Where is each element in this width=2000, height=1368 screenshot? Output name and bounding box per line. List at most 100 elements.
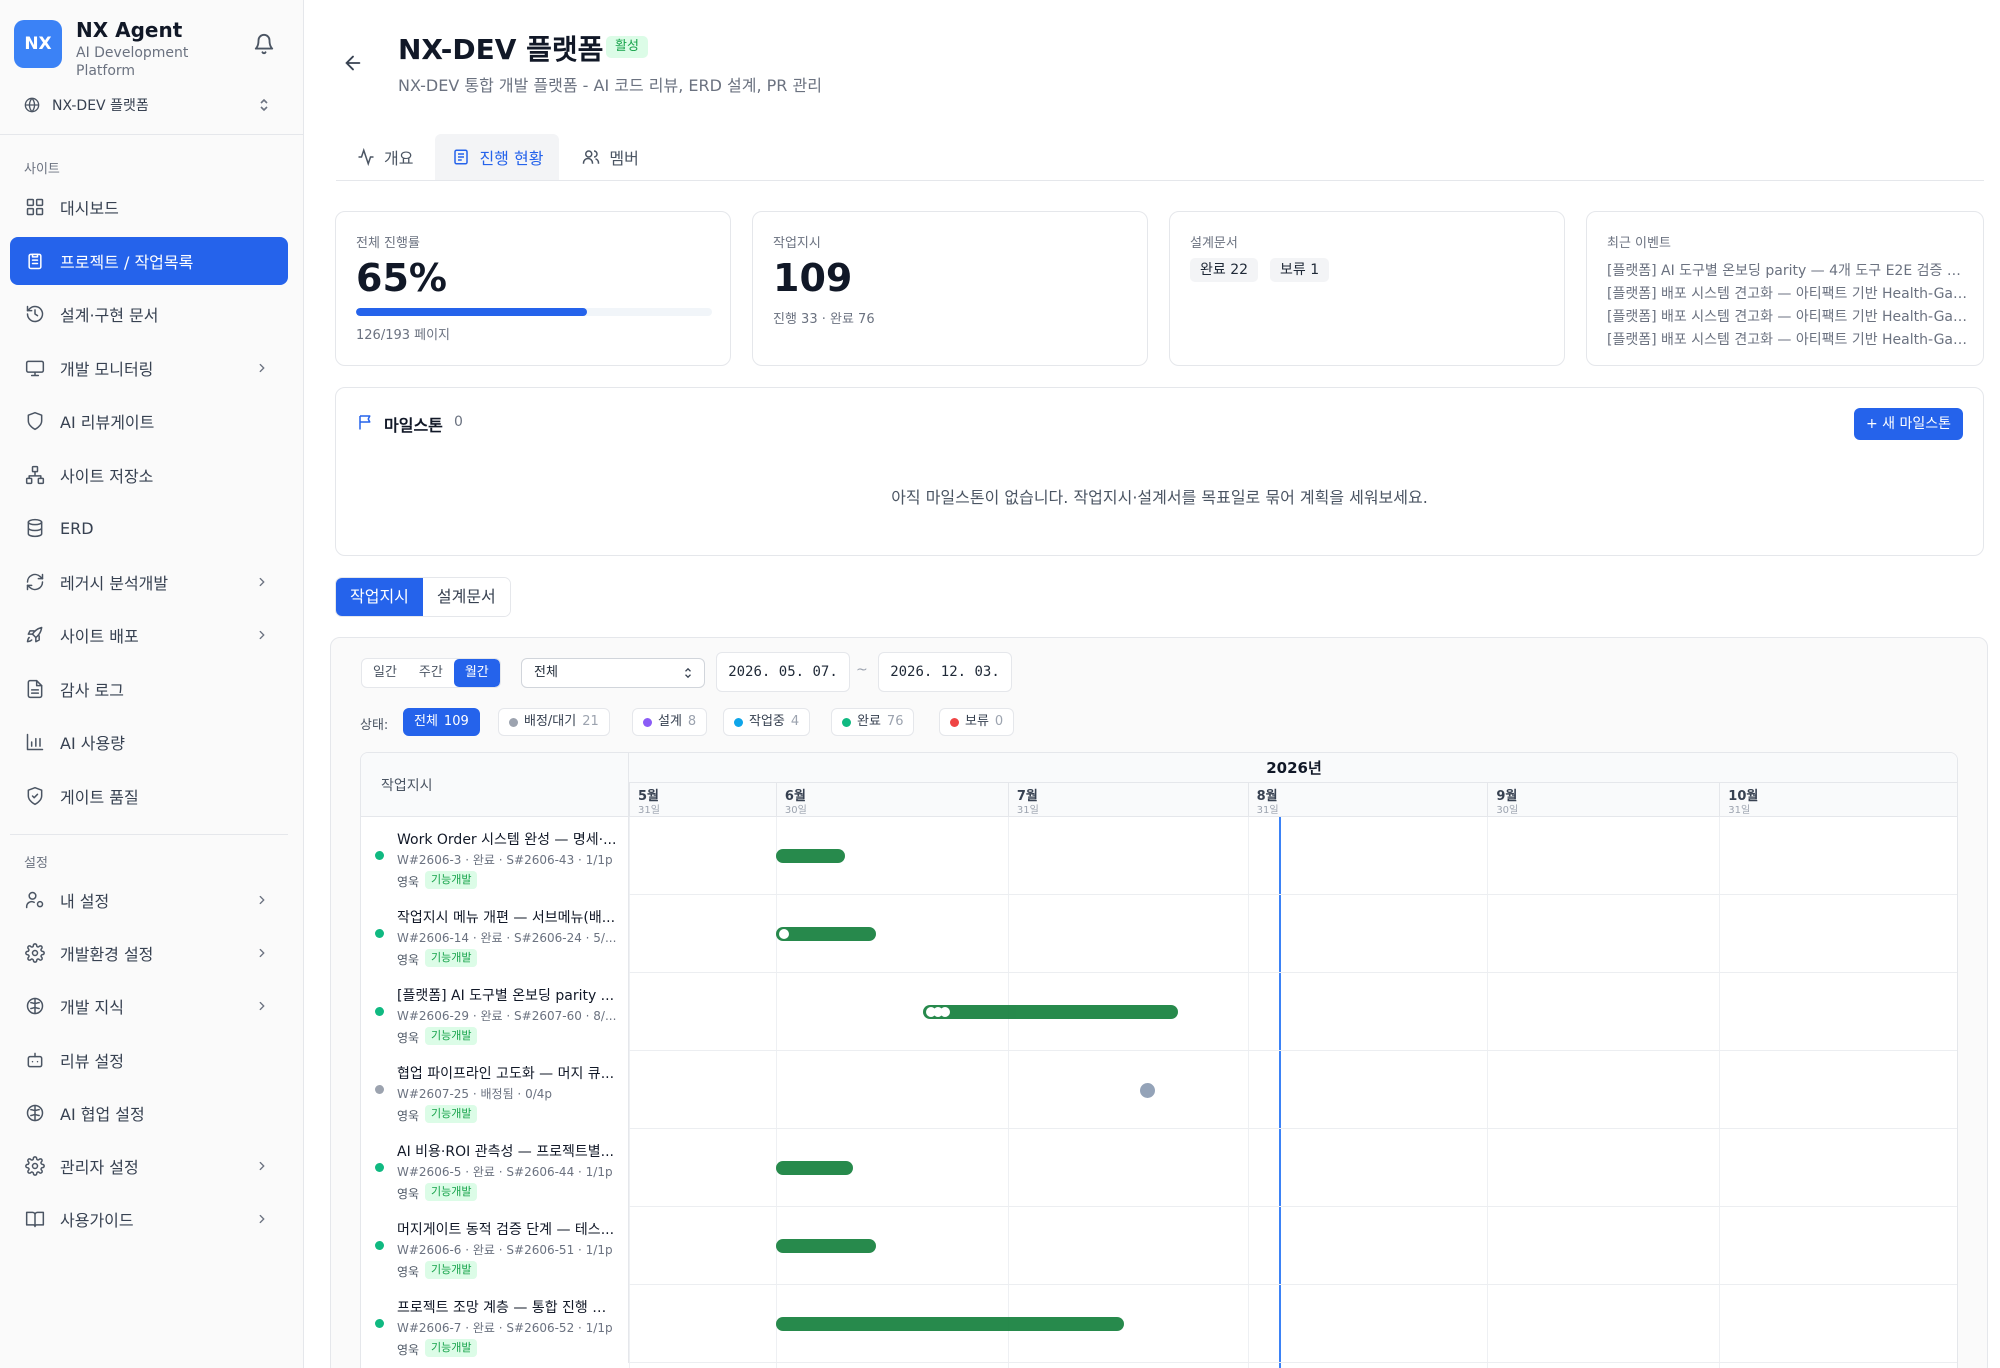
- bar-chart-icon: [24, 731, 46, 753]
- status-dot: [375, 1163, 384, 1172]
- sidebar-item-brain[interactable]: AI 협업 설정: [10, 1089, 288, 1137]
- sidebar-item-brain[interactable]: 개발 지식: [10, 982, 288, 1030]
- sidebar-item-label: 리뷰 설정: [60, 1051, 124, 1071]
- view-mode-toggle: 일간 주간 월간: [361, 658, 501, 688]
- work-order-title[interactable]: 협업 파이프라인 고도화 — 머지 큐...: [397, 1063, 617, 1083]
- status-dot: [509, 717, 518, 727]
- event-item[interactable]: [플랫폼] 배포 시스템 견고화 — 아티팩트 기반 Health-Gat...: [1607, 283, 1967, 303]
- gantt-bar[interactable]: [922, 1005, 1178, 1019]
- sidebar-item-user-gear[interactable]: 내 설정: [10, 876, 288, 924]
- sidebar-item-label: AI 협업 설정: [60, 1104, 145, 1124]
- gantt-month: 9월 30일: [1487, 783, 1719, 817]
- gantt-month-days: 31일: [638, 805, 660, 816]
- gantt-row[interactable]: [플랫폼] AI 도구별 온보딩 parity ... W#2606-29 · 완…: [361, 973, 1957, 1051]
- sidebar-item-gear[interactable]: 개발환경 설정: [10, 929, 288, 977]
- event-item[interactable]: [플랫폼] 배포 시스템 견고화 — 아티팩트 기반 Health-Gat...: [1607, 306, 1967, 326]
- rocket-icon: [24, 624, 46, 646]
- gantt-row[interactable]: 프로젝트 조망 계층 — 통합 진행 대... W#2606-7 · 완료 · S…: [361, 1285, 1957, 1363]
- gantt-left-header: 작업지시: [361, 753, 629, 817]
- tab-overview-label: 개요: [384, 149, 414, 168]
- gantt-point[interactable]: [1140, 1083, 1156, 1098]
- new-milestone-button[interactable]: + 새 마일스톤: [1853, 408, 1963, 440]
- sidebar-item-refresh[interactable]: 레거시 분석개발: [10, 558, 288, 606]
- gantt-bar[interactable]: [775, 927, 877, 941]
- view-weekly-button[interactable]: 주간: [408, 659, 454, 687]
- chevron-right-icon: [252, 890, 272, 910]
- gantt-row-info[interactable]: 협업 파이프라인 고도화 — 머지 큐... W#2607-25 · 배정됨 · …: [361, 1051, 629, 1129]
- view-daily-button[interactable]: 일간: [362, 659, 408, 687]
- sidebar-item-rocket[interactable]: 사이트 배포: [10, 611, 288, 659]
- sidebar-item-shield[interactable]: AI 리뷰게이트: [10, 397, 288, 445]
- work-order-title[interactable]: 작업지시 메뉴 개편 — 서브메뉴(배...: [397, 907, 617, 927]
- work-order-meta: W#2606-3 · 완료 · S#2606-43 · 1/1p: [397, 853, 613, 867]
- gantt-bar[interactable]: [775, 1239, 877, 1253]
- work-order-title[interactable]: [플랫폼] AI 도구별 온보딩 parity ...: [397, 985, 617, 1005]
- work-order-tag: 기능개발: [425, 1261, 478, 1279]
- brand-logo[interactable]: NX: [14, 20, 62, 68]
- back-arrow-icon[interactable]: [338, 48, 368, 78]
- clipboard-icon: [24, 250, 46, 272]
- sidebar-item-bar-chart[interactable]: AI 사용량: [10, 718, 288, 766]
- status-chip-count: 109: [443, 714, 469, 729]
- gantt-row[interactable]: 작업지시 메뉴 개편 — 서브메뉴(배... W#2606-14 · 완료 · S…: [361, 895, 1957, 973]
- work-order-title[interactable]: Work Order 시스템 완성 — 명세·...: [397, 829, 617, 849]
- section-label-site: 사이트: [24, 162, 60, 177]
- book-icon: [24, 1208, 46, 1230]
- status-dot: [375, 1319, 384, 1328]
- tab-design-docs[interactable]: 설계문서: [422, 578, 510, 616]
- status-chip[interactable]: 보류 0: [939, 708, 1015, 736]
- sidebar-item-monitor[interactable]: 개발 모니터링: [10, 344, 288, 392]
- gantt-row[interactable]: 협업 파이프라인 고도화 — 머지 큐... W#2607-25 · 배정됨 · …: [361, 1051, 1957, 1129]
- sidebar-item-label: 설계·구현 문서: [60, 306, 159, 325]
- sidebar-item-repo[interactable]: 사이트 저장소: [10, 451, 288, 499]
- event-item[interactable]: [플랫폼] 배포 시스템 견고화 — 아티팩트 기반 Health-Gat...: [1607, 329, 1967, 349]
- gantt-row-info[interactable]: 작업지시 메뉴 개편 — 서브메뉴(배... W#2606-14 · 완료 · S…: [361, 895, 629, 973]
- gantt-bar[interactable]: [775, 1317, 1124, 1331]
- work-order-meta: W#2606-7 · 완료 · S#2606-52 · 1/1p: [397, 1321, 613, 1335]
- work-order-title[interactable]: AI 비용·ROI 관측성 — 프로젝트별...: [397, 1141, 617, 1161]
- sidebar-item-dashboard[interactable]: 대시보드: [10, 183, 288, 231]
- gantt-row-info[interactable]: [플랫폼] AI 도구별 온보딩 parity ... W#2606-29 · 완…: [361, 973, 629, 1051]
- gantt-row-info[interactable]: 머지게이트 동적 검증 단계 — 테스... W#2606-6 · 완료 · S#…: [361, 1207, 629, 1285]
- gantt-bar[interactable]: [775, 1161, 854, 1175]
- status-chip[interactable]: 완료 76: [831, 708, 915, 736]
- gantt-row-info[interactable]: Work Order 시스템 완성 — 명세·... W#2606-3 · 완료 …: [361, 817, 629, 895]
- gantt-row[interactable]: Work Order 시스템 완성 — 명세·... W#2606-3 · 완료 …: [361, 817, 1957, 895]
- sidebar-item-bot[interactable]: 리뷰 설정: [10, 1036, 288, 1084]
- tab-progress[interactable]: 진행 현황: [435, 134, 560, 180]
- chevron-right-icon: [252, 1156, 272, 1176]
- work-order-tag: 기능개발: [425, 949, 478, 967]
- status-chip[interactable]: 배정/대기 21: [498, 708, 610, 736]
- gantt-bar[interactable]: [775, 849, 846, 863]
- event-item[interactable]: [플랫폼] AI 도구별 온보딩 parity — 4개 도구 E2E 검증 +…: [1607, 260, 1967, 280]
- work-order-title[interactable]: 머지게이트 동적 검증 단계 — 테스...: [397, 1219, 617, 1239]
- tab-work-orders[interactable]: 작업지시: [336, 578, 423, 616]
- view-monthly-button[interactable]: 월간: [453, 659, 500, 687]
- status-chip[interactable]: 작업중 4: [723, 708, 811, 736]
- category-select[interactable]: 전체: [521, 658, 705, 688]
- sidebar-item-gear[interactable]: 관리자 설정: [10, 1142, 288, 1190]
- gantt-row-info[interactable]: 프로젝트 조망 계층 — 통합 진행 대... W#2606-7 · 완료 · S…: [361, 1285, 629, 1363]
- gantt-month-days: 31일: [1256, 805, 1279, 816]
- tab-overview[interactable]: 개요: [340, 134, 429, 180]
- status-chip[interactable]: 설계 8: [632, 708, 708, 736]
- site-selector[interactable]: NX-DEV 플랫폼: [14, 90, 278, 120]
- sidebar-item-clipboard[interactable]: 프로젝트 / 작업목록: [10, 236, 288, 285]
- sidebar-item-shield-check[interactable]: 게이트 품질: [10, 772, 288, 820]
- sidebar-item-history[interactable]: 설계·구현 문서: [10, 290, 288, 338]
- gantt-row-info[interactable]: AI 비용·ROI 관측성 — 프로젝트별... W#2606-5 · 완료 · …: [361, 1129, 629, 1207]
- sidebar-item-database[interactable]: ERD: [10, 504, 288, 552]
- bell-icon[interactable]: [250, 30, 278, 58]
- gantt-row[interactable]: 머지게이트 동적 검증 단계 — 테스... W#2606-6 · 완료 · S#…: [361, 1207, 1957, 1285]
- gantt-row[interactable]: AI 비용·ROI 관측성 — 프로젝트별... W#2606-5 · 완료 · …: [361, 1129, 1957, 1207]
- tab-members[interactable]: 멤버: [565, 134, 654, 180]
- page-subtitle: NX-DEV 통합 개발 플랫폼 - AI 코드 리뷰, ERD 설계, PR …: [398, 76, 822, 95]
- date-from-input[interactable]: 2026. 05. 07.: [716, 652, 850, 692]
- sidebar-item-book[interactable]: 사용가이드: [10, 1195, 288, 1243]
- sidebar-item-label: 대시보드: [60, 199, 119, 218]
- work-order-title[interactable]: 프로젝트 조망 계층 — 통합 진행 대...: [397, 1297, 617, 1317]
- status-chip[interactable]: 전체 109: [403, 708, 480, 736]
- status-dot: [375, 1241, 384, 1250]
- date-to-input[interactable]: 2026. 12. 03.: [878, 652, 1012, 692]
- sidebar-item-document[interactable]: 감사 로그: [10, 665, 288, 713]
